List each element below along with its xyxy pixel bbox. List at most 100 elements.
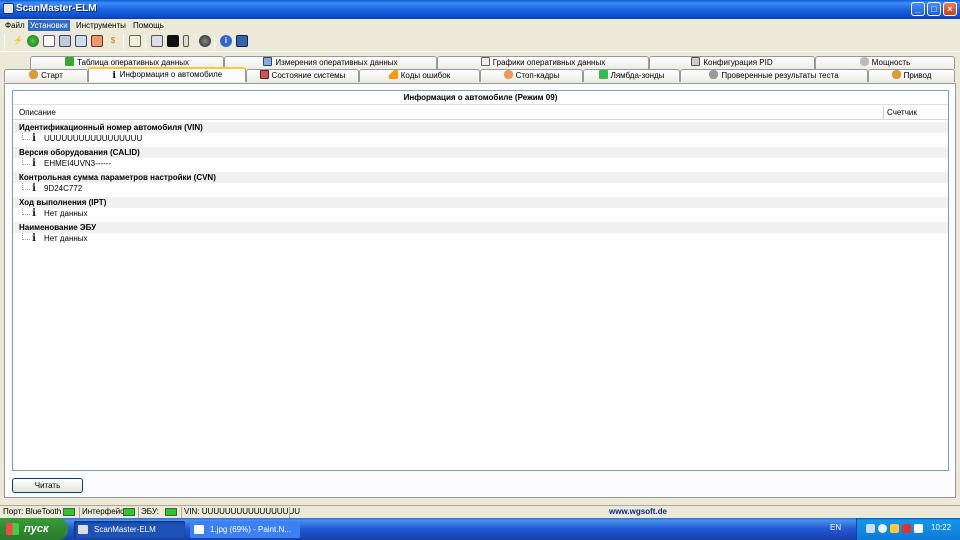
gear-icon: [709, 70, 719, 79]
menu-settings[interactable]: Установки: [28, 20, 70, 31]
toolbar-separator: [145, 35, 146, 49]
toolbar-grip: [4, 35, 5, 49]
tab-row-2: Старт i Информация о автомобиле Состояние…: [0, 67, 960, 82]
ipt-value: Нет данных: [44, 209, 88, 218]
menu-tools[interactable]: Инструменты: [74, 20, 128, 31]
list-item[interactable]: i UUUUUUUUUUUUUUUUU: [13, 133, 948, 145]
window-title: ScanMaster-ELM: [16, 3, 97, 14]
start-label: пуск: [24, 523, 49, 535]
connect-icon[interactable]: ⚡: [12, 35, 24, 47]
settings-tray-icon[interactable]: [914, 524, 923, 533]
security-shield-icon[interactable]: [890, 524, 899, 533]
ecu-name-value: Нет данных: [44, 234, 88, 243]
lambda-icon: [598, 70, 608, 79]
tab-live-data-meters[interactable]: Измерения оперативных данных: [224, 56, 437, 69]
column-header-counter[interactable]: Счетчик: [883, 107, 949, 119]
header-divider: [13, 119, 948, 120]
tab-trouble-codes[interactable]: Коды ошибок: [359, 69, 480, 82]
taskbar: пуск ScanMaster-ELM 1.jpg (69%) - Paint.…: [0, 518, 960, 540]
power-icon: [859, 57, 869, 66]
status-separator: [79, 507, 80, 518]
app-icon: [3, 3, 14, 14]
grid-title: Информация о автомобиле (Режим 09): [13, 91, 948, 105]
exit-icon[interactable]: [236, 35, 248, 47]
grid-icon[interactable]: [75, 35, 87, 47]
cvn-value: 9D24C772: [44, 184, 83, 193]
monitor-icon[interactable]: [151, 35, 163, 47]
document-icon[interactable]: [43, 35, 55, 47]
vin-status: VIN: UUUUUUUUUUUUUUUUU: [184, 507, 300, 516]
column-header-description[interactable]: Описание: [19, 107, 56, 119]
tab-freeze-frames[interactable]: Стоп-кадры: [480, 69, 583, 82]
globe-icon[interactable]: [27, 35, 39, 47]
read-button[interactable]: Читать: [12, 478, 83, 493]
clipboard-icon[interactable]: [129, 35, 141, 47]
tree-connector: [22, 158, 30, 165]
menu-file[interactable]: Файл: [3, 20, 27, 31]
interface-status-led: [123, 508, 135, 516]
website-link[interactable]: www.wgsoft.de: [609, 506, 667, 518]
group-vin[interactable]: Идентификационный номер автомобиля (VIN): [13, 122, 948, 133]
toolbar: ⚡ $ i: [0, 32, 960, 52]
taskbar-item-scanmaster[interactable]: ScanMaster-ELM: [74, 521, 185, 538]
terminal-icon[interactable]: [167, 35, 179, 47]
gauge-icon: [263, 57, 273, 66]
windows-logo-icon: [6, 523, 19, 535]
list-item[interactable]: i 9D24C772: [13, 183, 948, 195]
group-calid[interactable]: Версия оборудования (CALID): [13, 147, 948, 158]
tab-test-results[interactable]: Проверенные результаты теста: [680, 69, 868, 82]
disc-icon[interactable]: [199, 35, 211, 47]
info-icon: i: [32, 183, 36, 194]
status-bar: Порт: BlueTooth Интерфейс: ЭБУ: VIN: UUU…: [0, 505, 960, 518]
list-item[interactable]: i Нет данных: [13, 208, 948, 220]
dollar-icon[interactable]: $: [107, 35, 119, 47]
group-cvn[interactable]: Контрольная сумма параметров настройки (…: [13, 172, 948, 183]
status-separator: [289, 507, 290, 518]
freeze-frame-icon: [503, 70, 513, 79]
about-icon[interactable]: i: [220, 35, 232, 47]
tab-system-status[interactable]: Состояние системы: [246, 69, 359, 82]
close-button[interactable]: ×: [943, 2, 957, 16]
info-icon: i: [32, 233, 36, 244]
tab-vehicle-info[interactable]: i Информация о автомобиле: [88, 67, 246, 82]
tab-start[interactable]: Старт: [4, 69, 88, 82]
table-icon[interactable]: [59, 35, 71, 47]
tab-pid-config[interactable]: Конфигурация PID: [649, 56, 815, 69]
tab-live-data-graphs[interactable]: Графики оперативных данных: [437, 56, 649, 69]
tab-power[interactable]: Мощность: [815, 56, 955, 69]
list-item[interactable]: i Нет данных: [13, 233, 948, 245]
status-icon: [259, 70, 269, 79]
start-icon: [29, 70, 39, 79]
title-bar[interactable]: ScanMaster-ELM _ □ ×: [0, 0, 960, 19]
network-icon[interactable]: [866, 524, 875, 533]
battery-icon[interactable]: [183, 35, 189, 47]
calid-value: EHMEI4UVN3------: [44, 159, 112, 168]
group-ipt[interactable]: Ход выполнения (IPT): [13, 197, 948, 208]
tree-connector: [22, 208, 30, 215]
tree-connector: [22, 133, 30, 140]
group-ecu-name[interactable]: Наименование ЭБУ: [13, 222, 948, 233]
system-tray: 10:22: [856, 518, 960, 540]
chart-icon[interactable]: [91, 35, 103, 47]
antivirus-icon[interactable]: [902, 524, 911, 533]
status-separator: [138, 507, 139, 518]
minimize-button[interactable]: _: [911, 2, 925, 16]
taskbar-item-paint[interactable]: 1.jpg (69%) - Paint.N...: [190, 521, 300, 538]
clock[interactable]: 10:22: [931, 523, 951, 532]
language-indicator[interactable]: EN: [830, 523, 841, 532]
tab-oxygen-sensors[interactable]: Лямбда-зонды: [583, 69, 680, 82]
status-separator: [181, 507, 182, 518]
list-item[interactable]: i EHMEI4UVN3------: [13, 158, 948, 170]
app-icon: [78, 525, 88, 534]
start-button[interactable]: пуск: [0, 518, 68, 540]
info-icon: i: [32, 133, 36, 144]
maximize-button[interactable]: □: [927, 2, 941, 16]
tree-connector: [22, 233, 30, 240]
menu-help[interactable]: Помощь: [131, 20, 166, 31]
info-grid[interactable]: Информация о автомобиле (Режим 09) Описа…: [12, 90, 949, 471]
tab-actuator[interactable]: Привод: [868, 69, 955, 82]
port-label: Порт: BlueTooth: [3, 507, 62, 516]
volume-icon[interactable]: [878, 524, 887, 533]
interface-label: Интерфейс:: [82, 507, 127, 516]
table-icon: [64, 57, 74, 66]
